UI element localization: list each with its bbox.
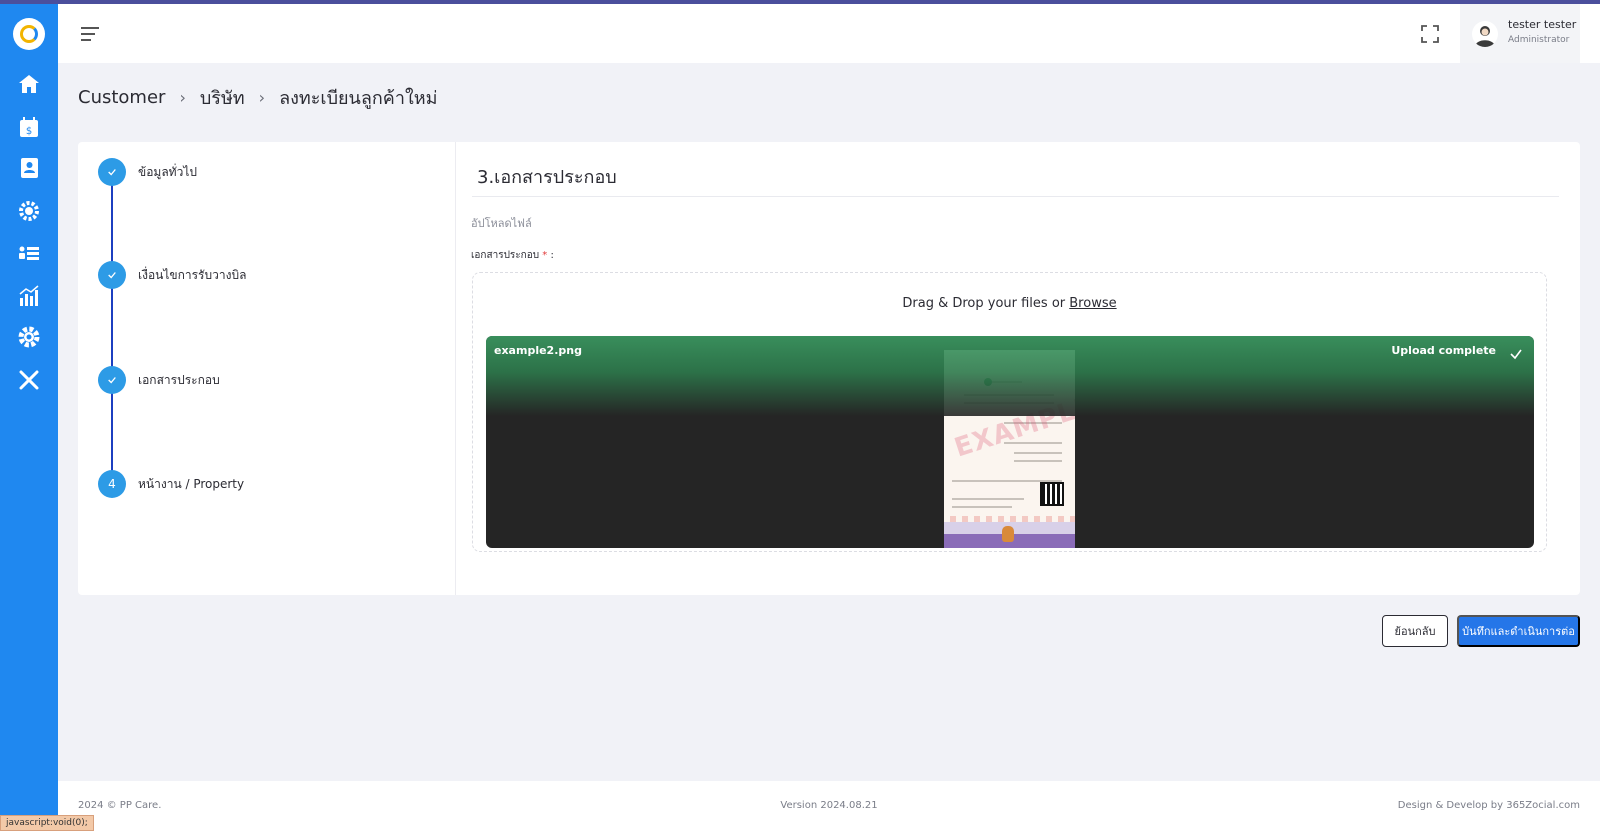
upload-status: Upload complete	[1391, 344, 1496, 357]
sidebar: $	[0, 0, 58, 831]
footer-version: Version 2024.08.21	[780, 800, 878, 811]
breadcrumb-current: ลงทะเบียนลูกค้าใหม่	[279, 87, 438, 109]
required-mark: *	[542, 250, 548, 261]
field-label-suffix: :	[550, 250, 554, 261]
users-gear-icon[interactable]	[14, 196, 44, 226]
step-general-info[interactable]: ข้อมูลทั่วไป	[98, 158, 197, 186]
divider	[472, 196, 1559, 197]
step-content: 3.เอกสารประกอบ อัปโหลดไฟล์ เอกสารประกอบ …	[457, 142, 1580, 595]
fullscreen-icon[interactable]	[1421, 25, 1439, 43]
chevron-right-icon: ›	[179, 87, 186, 107]
back-button[interactable]: ย้อนกลับ	[1382, 615, 1448, 647]
field-label: เอกสารประกอบ * :	[471, 248, 554, 263]
contact-book-icon[interactable]	[14, 153, 44, 183]
footer-credit: Design & Develop by 365Zocial.com	[1397, 800, 1580, 811]
breadcrumb-customer[interactable]: Customer	[78, 87, 165, 108]
gear-icon[interactable]	[14, 322, 44, 352]
breadcrumb: Customer › บริษัท › ลงทะเบียนลูกค้าใหม่	[78, 83, 437, 111]
section-title: 3.เอกสารประกอบ	[477, 167, 617, 188]
billing-calendar-icon[interactable]: $	[14, 112, 44, 142]
file-dropzone[interactable]: Drag & Drop your files or Browse EXAMPLE	[472, 272, 1547, 552]
browse-link[interactable]: Browse	[1069, 296, 1116, 311]
avatar	[1472, 21, 1498, 47]
step-documents[interactable]: เอกสารประกอบ	[98, 366, 220, 394]
drop-instructions: Drag & Drop your files or Browse	[473, 296, 1546, 311]
top-header: tester tester Administrator	[58, 4, 1600, 63]
chart-icon[interactable]	[14, 281, 44, 311]
footer-copyright: 2024 © PP Care.	[78, 800, 162, 811]
breadcrumb-company[interactable]: บริษัท	[200, 83, 245, 112]
file-status-overlay	[486, 336, 1534, 416]
step-property[interactable]: 4 หน้างาน / Property	[98, 470, 244, 498]
upload-subhead: อัปโหลดไฟล์	[471, 217, 532, 230]
check-icon	[1508, 346, 1524, 362]
svg-text:$: $	[26, 126, 32, 137]
step-label: ข้อมูลทั่วไป	[138, 164, 197, 179]
step-billing-conditions[interactable]: เงื่อนไขการรับวางบิล	[98, 261, 246, 289]
chevron-right-icon: ›	[258, 87, 266, 107]
file-name: example2.png	[494, 344, 582, 357]
tools-icon[interactable]	[14, 365, 44, 395]
step-label: เอกสารประกอบ	[138, 372, 220, 387]
top-accent-line	[0, 0, 1600, 4]
check-icon	[98, 158, 126, 186]
check-icon	[98, 366, 126, 394]
footer: Version 2024.08.21 2024 © PP Care. Desig…	[58, 781, 1600, 831]
menu-toggle-icon[interactable]	[81, 26, 99, 41]
save-continue-button[interactable]: บันทึกและดำเนินการต่อ	[1457, 615, 1580, 647]
step-label: เงื่อนไขการรับวางบิล	[138, 267, 247, 282]
list-icon[interactable]	[14, 238, 44, 268]
uploaded-file-item[interactable]: EXAMPLE example2.png Upload complete	[486, 336, 1534, 548]
step-number: 4	[98, 470, 126, 498]
drop-text: Drag & Drop your files or	[902, 296, 1066, 311]
browser-status-bar: javascript:void(0);	[0, 815, 94, 831]
user-name: tester tester	[1508, 18, 1577, 31]
user-role: Administrator	[1508, 35, 1570, 45]
field-label-text: เอกสารประกอบ	[471, 250, 540, 261]
check-icon	[98, 261, 126, 289]
stepper-line	[111, 176, 113, 496]
registration-card: ข้อมูลทั่วไป เงื่อนไขการรับวางบิล เอกสาร…	[78, 142, 1580, 595]
home-icon[interactable]	[14, 69, 44, 99]
app-logo[interactable]	[13, 18, 45, 50]
stepper: ข้อมูลทั่วไป เงื่อนไขการรับวางบิล เอกสาร…	[78, 142, 456, 595]
step-label: หน้างาน / Property	[138, 476, 245, 491]
user-menu[interactable]: tester tester Administrator	[1460, 4, 1580, 63]
